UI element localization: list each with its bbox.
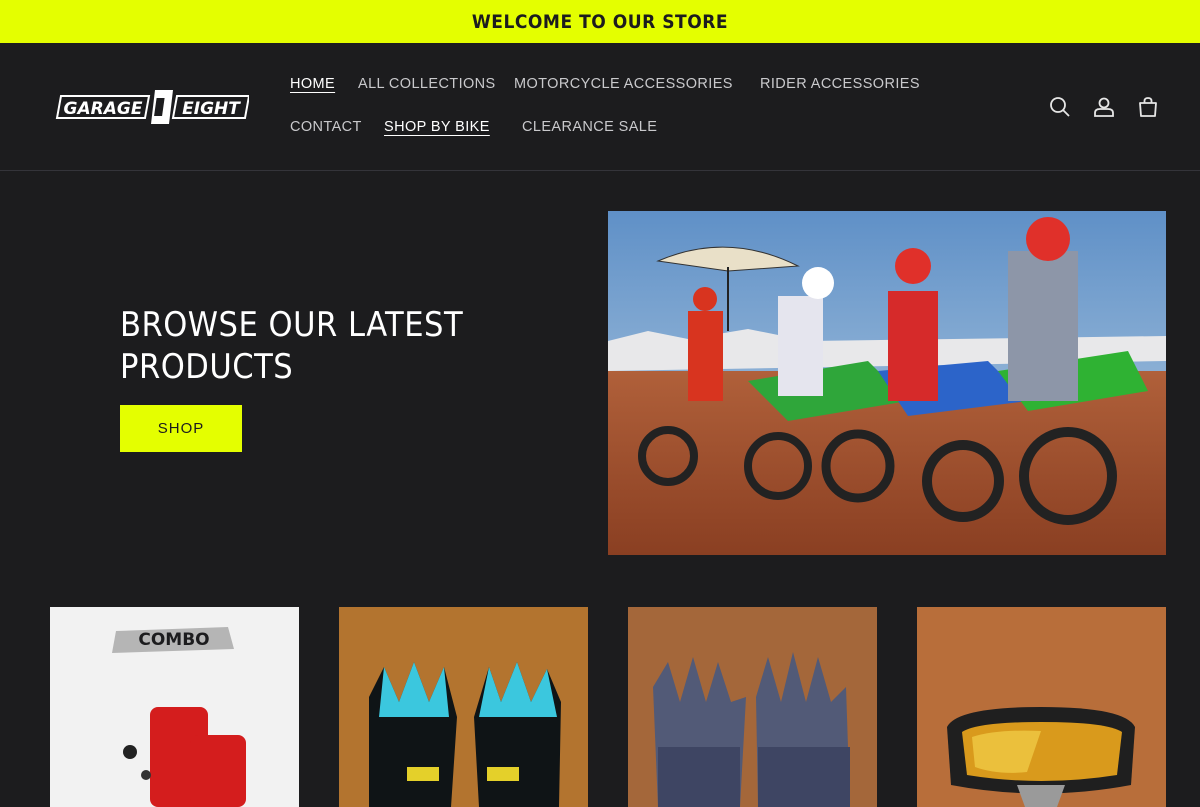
- product-card-blue-gloves[interactable]: [339, 607, 588, 807]
- svg-text:GARAGE: GARAGE: [64, 99, 143, 119]
- nav-all-collections[interactable]: ALL COLLECTIONS: [358, 76, 496, 92]
- announcement-bar: WELCOME TO OUR STORE: [0, 0, 1200, 43]
- brand-logo[interactable]: GARAGE EIGHT: [55, 88, 249, 126]
- nav-home[interactable]: HOME: [290, 76, 335, 92]
- announcement-text: WELCOME TO OUR STORE: [471, 10, 729, 33]
- hero-image: [608, 211, 1166, 555]
- product-card-goggles[interactable]: [917, 607, 1166, 807]
- hero-title: BROWSE OUR LATEST PRODUCTS: [120, 305, 464, 387]
- product-card-combo[interactable]: COMBO: [50, 607, 299, 807]
- product-card-grey-gloves[interactable]: [628, 607, 877, 807]
- nav-rider-accessories[interactable]: RIDER ACCESSORIES: [760, 76, 920, 92]
- svg-text:EIGHT: EIGHT: [182, 99, 241, 119]
- nav-shop-by-bike[interactable]: SHOP BY BIKE: [384, 119, 490, 135]
- nav-contact[interactable]: CONTACT: [290, 119, 362, 135]
- cart-icon[interactable]: [1136, 95, 1160, 119]
- site-header: GARAGE EIGHT HOME ALL COLLECTIONS MOTORC…: [0, 43, 1200, 171]
- account-icon[interactable]: [1092, 95, 1116, 119]
- nav-clearance-sale[interactable]: CLEARANCE SALE: [522, 119, 657, 135]
- svg-text:COMBO: COMBO: [138, 630, 209, 650]
- nav-motorcycle-accessories[interactable]: MOTORCYCLE ACCESSORIES: [514, 76, 733, 92]
- shop-button[interactable]: SHOP: [120, 405, 242, 452]
- search-icon[interactable]: [1048, 95, 1072, 119]
